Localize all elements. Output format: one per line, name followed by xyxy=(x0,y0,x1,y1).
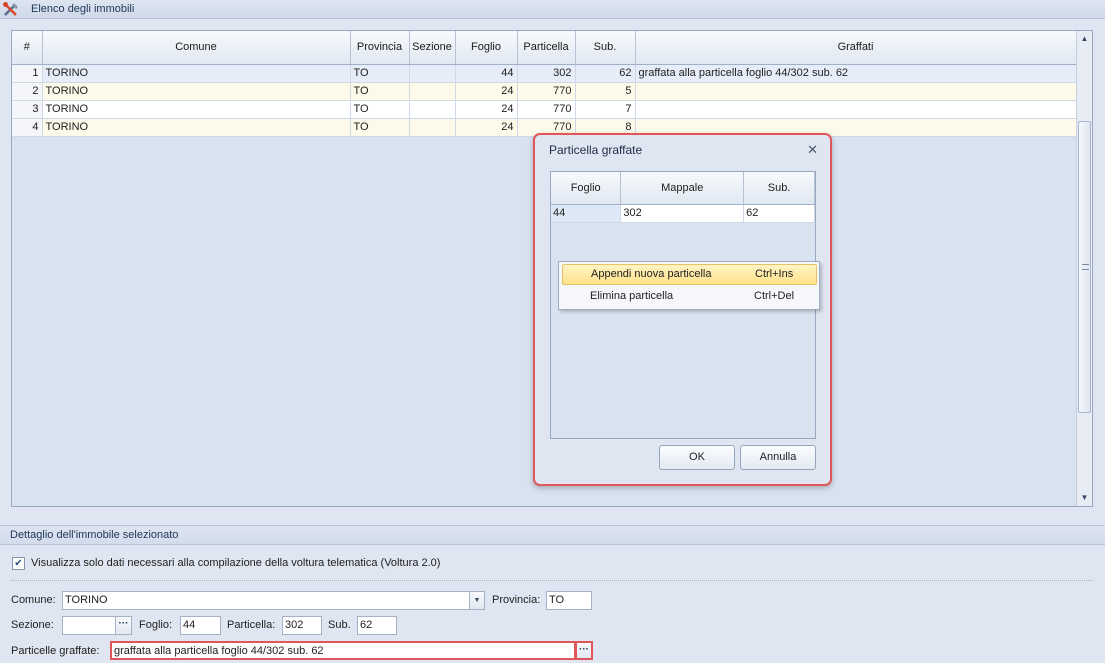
cell-particella[interactable]: 770 xyxy=(517,82,576,101)
context-menu: Appendi nuova particella Ctrl+Ins Elimin… xyxy=(558,261,820,310)
detail-panel: Dettaglio dell'immobile selezionato ✔ Vi… xyxy=(0,525,1105,663)
check-icon: ✔ xyxy=(14,558,23,569)
cell-provincia[interactable]: TO xyxy=(350,100,410,119)
list-panel-title: Elenco degli immobili xyxy=(31,3,135,15)
col-header-sezione[interactable]: Sezione xyxy=(409,31,456,65)
row-index: 2 xyxy=(12,82,43,101)
voltura-checkbox-label[interactable]: Visualizza solo dati necessari alla comp… xyxy=(31,557,440,569)
cell-sub[interactable]: 62 xyxy=(743,204,815,223)
dialog-title: Particella graffate xyxy=(549,143,643,157)
cell-provincia[interactable]: TO xyxy=(350,118,410,137)
voltura-checkbox[interactable]: ✔ xyxy=(12,557,25,570)
cell-mappale[interactable]: 302 xyxy=(620,204,745,223)
menu-item-label: Appendi nuova particella xyxy=(591,268,712,280)
graffate-label: Particelle graffate: xyxy=(11,645,100,657)
col-header-graffati[interactable]: Graffati xyxy=(635,31,1077,65)
cell-provincia[interactable]: TO xyxy=(350,82,410,101)
scroll-down-icon[interactable]: ▼ xyxy=(1077,490,1092,506)
menu-item-shortcut: Ctrl+Del xyxy=(754,290,795,302)
comune-label: Comune: xyxy=(11,594,56,606)
cell-graffati[interactable]: graffata alla particella foglio 44/302 s… xyxy=(635,64,1077,83)
table-row[interactable]: 1 TORINO TO 44 302 62 graffata alla part… xyxy=(12,64,1077,83)
cell-sezione[interactable] xyxy=(409,64,456,83)
col-header-sub[interactable]: Sub. xyxy=(743,172,815,205)
menu-item-append[interactable]: Appendi nuova particella Ctrl+Ins xyxy=(562,264,817,285)
cell-graffati[interactable] xyxy=(635,100,1077,119)
col-header-particella[interactable]: Particella xyxy=(517,31,576,65)
col-header-index[interactable]: # xyxy=(12,31,43,65)
cell-sezione[interactable] xyxy=(409,118,456,137)
cell-foglio[interactable]: 44 xyxy=(455,64,518,83)
cell-foglio[interactable]: 24 xyxy=(455,100,518,119)
cell-provincia[interactable]: TO xyxy=(350,64,410,83)
cell-graffati[interactable] xyxy=(635,82,1077,101)
cell-sub[interactable]: 62 xyxy=(575,64,636,83)
cell-sub[interactable]: 7 xyxy=(575,100,636,119)
sezione-input[interactable] xyxy=(62,616,116,635)
col-header-mappale[interactable]: Mappale xyxy=(620,172,745,205)
col-header-provincia[interactable]: Provincia xyxy=(350,31,410,65)
graffate-input[interactable]: graffata alla particella foglio 44/302 s… xyxy=(110,641,576,660)
sub-label: Sub. xyxy=(328,619,351,631)
cell-comune[interactable]: TORINO xyxy=(42,100,351,119)
list-panel-header: Elenco degli immobili xyxy=(0,0,1105,19)
cancel-button[interactable]: Annulla xyxy=(740,445,816,470)
grid-header-row: # Comune Provincia Sezione Foglio Partic… xyxy=(12,31,1077,65)
close-icon[interactable]: ✕ xyxy=(807,142,818,158)
cell-sub[interactable]: 5 xyxy=(575,82,636,101)
menu-item-delete[interactable]: Elimina particella Ctrl+Del xyxy=(562,286,817,307)
particella-label: Particella: xyxy=(227,619,276,631)
cell-foglio[interactable]: 24 xyxy=(455,118,518,137)
graffate-ellipsis-button[interactable]: ··· xyxy=(575,641,593,660)
table-row[interactable]: 3 TORINO TO 24 770 7 xyxy=(12,100,1077,119)
scroll-up-icon[interactable]: ▲ xyxy=(1077,31,1092,47)
provincia-label: Provincia: xyxy=(492,594,541,606)
cell-particella[interactable]: 770 xyxy=(517,100,576,119)
separator xyxy=(11,580,1093,581)
cell-comune[interactable]: TORINO xyxy=(42,82,351,101)
col-header-comune[interactable]: Comune xyxy=(42,31,351,65)
foglio-input[interactable]: 44 xyxy=(180,616,221,635)
cell-sezione[interactable] xyxy=(409,82,456,101)
cell-foglio[interactable]: 44 xyxy=(551,204,622,223)
vertical-scrollbar[interactable]: ▲ ▼ xyxy=(1076,31,1092,506)
sub-input[interactable]: 62 xyxy=(357,616,397,635)
foglio-label: Foglio: xyxy=(139,619,173,631)
particella-input[interactable]: 302 xyxy=(282,616,322,635)
sezione-ellipsis-button[interactable]: ··· xyxy=(115,616,132,635)
sezione-label: Sezione: xyxy=(11,619,54,631)
menu-item-shortcut: Ctrl+Ins xyxy=(755,268,794,280)
menu-item-label: Elimina particella xyxy=(590,290,674,302)
dialog-header-row: Foglio Mappale Sub. xyxy=(551,172,815,205)
table-row[interactable]: 2 TORINO TO 24 770 5 xyxy=(12,82,1077,101)
ok-button[interactable]: OK xyxy=(659,445,735,470)
col-header-sub[interactable]: Sub. xyxy=(575,31,636,65)
dialog-table: Foglio Mappale Sub. 44 302 62 xyxy=(551,172,815,223)
cell-comune[interactable]: TORINO xyxy=(42,64,351,83)
scrollbar-thumb[interactable] xyxy=(1078,121,1091,413)
comune-combo[interactable]: TORINO xyxy=(62,591,470,610)
cell-comune[interactable]: TORINO xyxy=(42,118,351,137)
col-header-foglio[interactable]: Foglio xyxy=(455,31,518,65)
row-index: 4 xyxy=(12,118,43,137)
detail-panel-title: Dettaglio dell'immobile selezionato xyxy=(10,529,179,541)
row-index: 3 xyxy=(12,100,43,119)
detail-panel-header: Dettaglio dell'immobile selezionato xyxy=(0,526,1105,545)
provincia-input[interactable]: TO xyxy=(546,591,592,610)
chevron-down-icon[interactable]: ▼ xyxy=(469,591,485,610)
cell-sezione[interactable] xyxy=(409,100,456,119)
col-header-foglio[interactable]: Foglio xyxy=(551,172,622,205)
cell-foglio[interactable]: 24 xyxy=(455,82,518,101)
grip-icon xyxy=(1082,264,1089,270)
properties-table: # Comune Provincia Sezione Foglio Partic… xyxy=(12,31,1077,137)
cell-particella[interactable]: 302 xyxy=(517,64,576,83)
table-row[interactable]: 44 302 62 xyxy=(551,204,815,223)
tools-icon xyxy=(3,2,18,16)
row-index: 1 xyxy=(12,64,43,83)
